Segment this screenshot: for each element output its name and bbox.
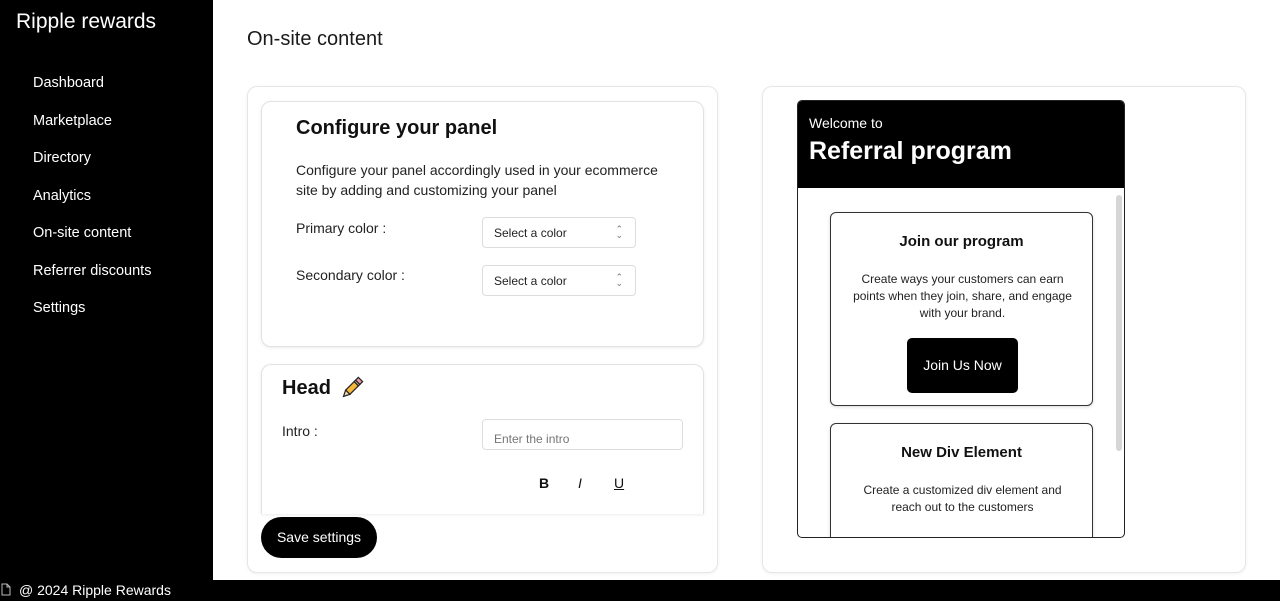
sidebar-item-referrer-discounts[interactable]: Referrer discounts xyxy=(33,262,151,300)
page-title: On-site content xyxy=(247,28,383,50)
underline-button[interactable]: U xyxy=(614,475,624,491)
join-program-card: Join our program Create ways your custom… xyxy=(830,212,1093,406)
sidebar-item-dashboard[interactable]: Dashboard xyxy=(33,74,151,112)
pencil-icon[interactable] xyxy=(339,375,365,401)
chevron-updown-icon: ⌃ ⌄ xyxy=(615,272,623,288)
panel-preview: Welcome to Referral program Join our pro… xyxy=(797,100,1125,538)
sidebar-item-directory[interactable]: Directory xyxy=(33,149,151,187)
sidebar-nav: Dashboard Marketplace Directory Analytic… xyxy=(33,74,151,337)
secondary-color-value: Select a color xyxy=(494,274,567,288)
secondary-color-label: Secondary color : xyxy=(296,267,405,283)
intro-input[interactable] xyxy=(482,419,683,450)
sidebar-item-analytics[interactable]: Analytics xyxy=(33,187,151,225)
sidebar-item-settings[interactable]: Settings xyxy=(33,299,151,337)
join-us-now-button[interactable]: Join Us Now xyxy=(907,338,1018,393)
italic-button[interactable]: I xyxy=(578,475,582,491)
preview-header: Welcome to Referral program xyxy=(798,101,1124,188)
footer-copyright: @ 2024 Ripple Rewards xyxy=(19,582,171,598)
footer: @ 2024 Ripple Rewards xyxy=(0,580,1280,601)
preview-title: Referral program xyxy=(809,137,1012,165)
configure-panel-description: Configure your panel accordingly used in… xyxy=(296,162,658,198)
primary-color-select[interactable]: Select a color ⌃ ⌄ xyxy=(482,217,636,248)
intro-label: Intro : xyxy=(282,423,318,439)
sidebar-item-marketplace[interactable]: Marketplace xyxy=(33,112,151,150)
document-icon xyxy=(1,583,11,596)
save-settings-button[interactable]: Save settings xyxy=(261,517,377,558)
head-title: Head xyxy=(282,377,331,399)
primary-color-label: Primary color : xyxy=(296,220,387,236)
preview-welcome: Welcome to xyxy=(809,115,883,131)
new-div-title: New Div Element xyxy=(901,444,1022,461)
brand-logo[interactable]: Ripple rewards xyxy=(16,10,156,34)
join-program-title: Join our program xyxy=(899,233,1024,250)
sidebar: Ripple rewards Dashboard Marketplace Dir… xyxy=(0,0,213,580)
new-div-card: New Div Element Create a customized div … xyxy=(830,423,1093,537)
configure-panel-title: Configure your panel xyxy=(296,117,498,139)
secondary-color-select[interactable]: Select a color ⌃ ⌄ xyxy=(482,265,636,296)
primary-color-value: Select a color xyxy=(494,226,567,240)
bold-button[interactable]: B xyxy=(539,475,549,491)
new-div-text: Create a customized div element and reac… xyxy=(863,483,1062,514)
chevron-updown-icon: ⌃ ⌄ xyxy=(615,224,623,240)
preview-scrollbar[interactable] xyxy=(1116,195,1122,451)
sidebar-item-on-site-content[interactable]: On-site content xyxy=(33,224,151,262)
join-program-text: Create ways your customers can earn poin… xyxy=(853,272,1072,320)
